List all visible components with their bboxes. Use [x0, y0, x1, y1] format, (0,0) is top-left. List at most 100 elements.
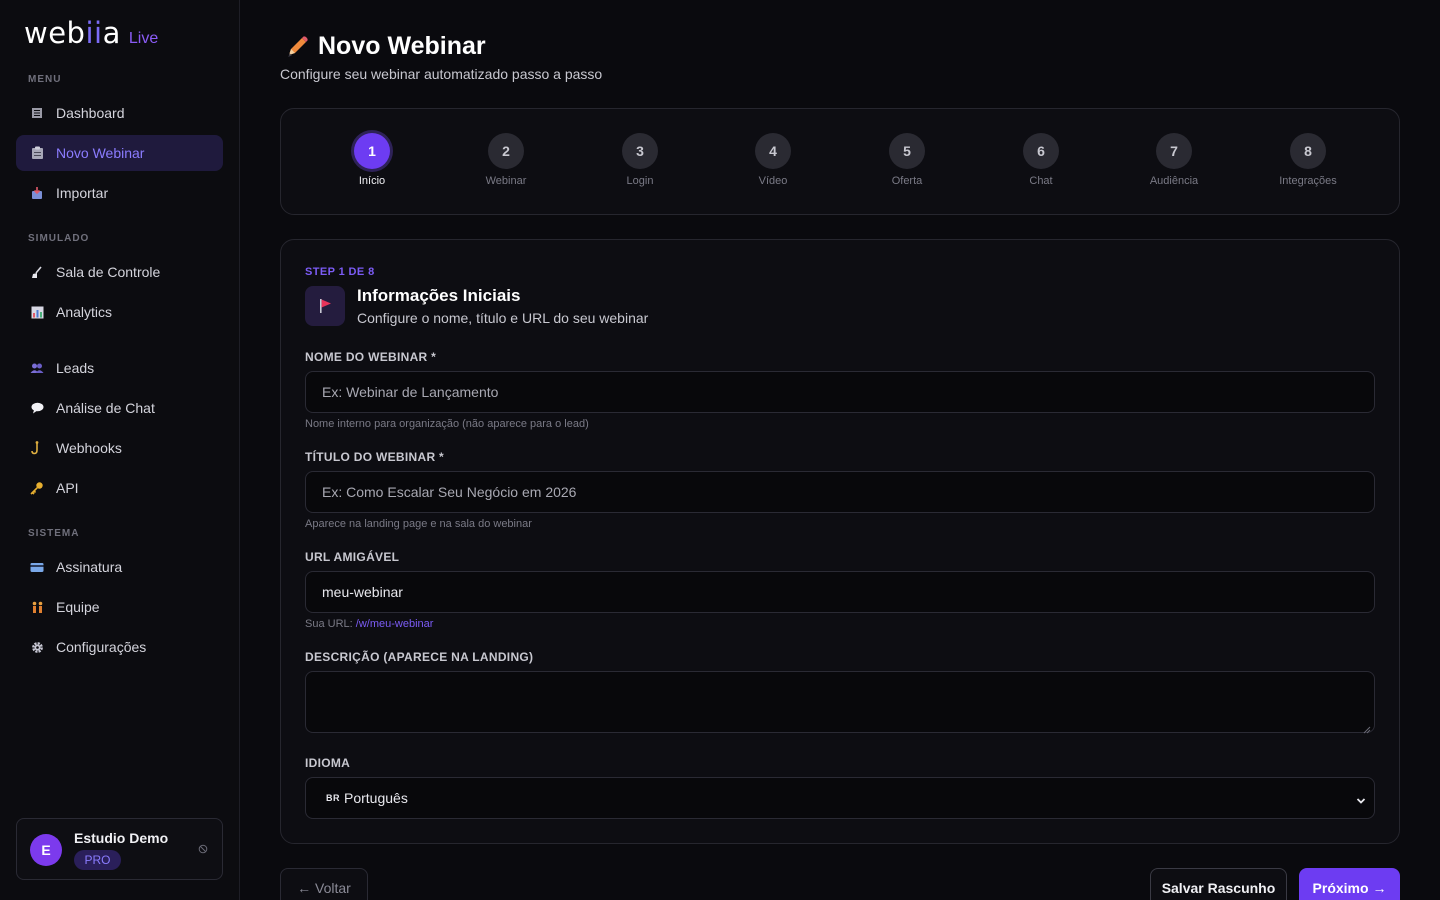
webinar-title-hint: Aparece na landing page e na sala do web…: [305, 518, 532, 530]
friendly-url-input[interactable]: meu-webinar: [305, 571, 1375, 613]
team-icon: [30, 600, 44, 614]
chevron-down-icon: [1356, 793, 1366, 804]
webinar-title-input[interactable]: Ex: Como Escalar Seu Negócio em 2026: [305, 471, 1375, 513]
key-icon: [30, 481, 44, 495]
pencil-icon: [284, 34, 310, 60]
sidebar-item-equipe[interactable]: Equipe: [16, 589, 223, 625]
step-chat[interactable]: 6 Chat: [991, 133, 1091, 187]
flag-icon: [305, 286, 345, 326]
step-number: 1: [354, 133, 390, 169]
webinar-title-label: TÍTULO DO WEBINAR *: [305, 450, 445, 464]
step-number: 6: [1023, 133, 1059, 169]
sidebar-item-label: Leads: [56, 360, 95, 376]
step-label: Integrações: [1279, 175, 1337, 187]
section-title: Informações Iniciais: [357, 286, 521, 305]
description-label: DESCRIÇÃO (APARECE NA LANDING): [305, 650, 534, 664]
page-subtitle: Configure seu webinar automatizado passo…: [280, 66, 603, 82]
input-placeholder: Ex: Webinar de Lançamento: [322, 384, 499, 400]
sidebar: webiia Live MENU Dashboard Novo Webinar …: [0, 0, 240, 900]
back-button[interactable]: ← Voltar: [280, 868, 368, 900]
credit-card-icon: [30, 560, 44, 574]
page-title: Novo Webinar: [318, 32, 486, 60]
step-counter: STEP 1 DE 8: [305, 266, 375, 278]
sidebar-item-label: API: [56, 480, 79, 496]
clipboard-icon: [30, 146, 44, 160]
broom-icon: [30, 265, 44, 279]
sidebar-item-label: Dashboard: [56, 105, 125, 121]
flag-br-icon: BR: [326, 793, 340, 803]
step-number: 8: [1290, 133, 1326, 169]
logo-text-suffix: a: [102, 16, 121, 50]
url-preview-link[interactable]: /w/meu-webinar: [356, 618, 434, 630]
sidebar-item-novo-webinar[interactable]: Novo Webinar: [16, 135, 223, 171]
next-button[interactable]: Próximo →: [1299, 868, 1400, 900]
select-value: Português: [344, 790, 408, 806]
section-label-simulado: SIMULADO: [28, 233, 90, 244]
step-integracoes[interactable]: 8 Integrações: [1258, 133, 1358, 187]
step-label: Login: [626, 175, 654, 187]
url-hint-prefix: Sua URL:: [305, 618, 353, 630]
section-description: Configure o nome, título e URL do seu we…: [357, 310, 649, 326]
language-label: IDIOMA: [305, 756, 351, 770]
resize-handle-icon[interactable]: [1363, 721, 1371, 734]
chat-bubble-icon: [30, 401, 44, 415]
stepper: 1 Início 2 Webinar 3 Login 4 Vídeo 5 Ofe…: [280, 108, 1400, 215]
step-label: Início: [358, 175, 386, 187]
sidebar-item-webhooks[interactable]: Webhooks: [16, 430, 223, 466]
step-number: 7: [1156, 133, 1192, 169]
sidebar-item-importar[interactable]: Importar: [16, 175, 223, 211]
gear-icon: [30, 640, 44, 654]
sidebar-item-configuracoes[interactable]: Configurações: [16, 629, 223, 665]
step-number: 5: [889, 133, 925, 169]
sidebar-item-sala-de-controle[interactable]: Sala de Controle: [16, 254, 223, 290]
description-textarea[interactable]: [305, 671, 1375, 734]
step-label: Oferta: [891, 175, 923, 187]
logo-text: web: [24, 16, 86, 50]
users-icon: [30, 361, 44, 375]
webinar-name-hint: Nome interno para organização (não apare…: [305, 418, 589, 430]
step-label: Webinar: [485, 175, 527, 187]
sidebar-item-label: Novo Webinar: [56, 145, 145, 161]
sidebar-item-label: Assinatura: [56, 559, 123, 575]
language-select[interactable]: BR Português: [305, 777, 1375, 819]
step-label: Audiência: [1149, 175, 1199, 187]
save-draft-button[interactable]: Salvar Rascunho: [1150, 868, 1287, 900]
sidebar-item-label: Webhooks: [56, 440, 122, 456]
sidebar-item-label: Configurações: [56, 639, 147, 655]
input-value: meu-webinar: [322, 584, 403, 600]
sidebar-item-dashboard[interactable]: Dashboard: [16, 95, 223, 131]
sidebar-item-assinatura[interactable]: Assinatura: [16, 549, 223, 585]
hook-icon: [30, 441, 44, 455]
logout-icon[interactable]: [198, 844, 210, 856]
sidebar-item-analise-de-chat[interactable]: Análise de Chat: [16, 390, 223, 426]
step-login[interactable]: 3 Login: [590, 133, 690, 187]
logo-accent: ii: [85, 16, 103, 50]
webinar-name-label: NOME DO WEBINAR *: [305, 350, 437, 364]
step-number: 4: [755, 133, 791, 169]
user-card[interactable]: E Estudio Demo PRO: [16, 818, 223, 880]
step-inicio[interactable]: 1 Início: [322, 133, 422, 187]
import-icon: [30, 186, 44, 200]
webinar-name-input[interactable]: Ex: Webinar de Lançamento: [305, 371, 1375, 413]
brand-logo[interactable]: webiia Live: [24, 16, 158, 52]
user-name: Estudio Demo: [74, 830, 169, 846]
avatar: E: [30, 834, 62, 866]
section-label-sistema: SISTEMA: [28, 528, 80, 539]
live-badge: Live: [128, 30, 159, 47]
input-placeholder: Ex: Como Escalar Seu Negócio em 2026: [322, 484, 577, 500]
sidebar-item-label: Equipe: [56, 599, 100, 615]
friendly-url-hint: Sua URL: /w/meu-webinar: [305, 618, 433, 630]
sidebar-item-label: Importar: [56, 185, 109, 201]
chart-icon: [30, 305, 44, 319]
sidebar-item-label: Análise de Chat: [56, 400, 155, 416]
step-oferta[interactable]: 5 Oferta: [857, 133, 957, 187]
sidebar-item-api[interactable]: API: [16, 470, 223, 506]
sidebar-item-analytics[interactable]: Analytics: [16, 294, 223, 330]
step-webinar[interactable]: 2 Webinar: [456, 133, 556, 187]
dashboard-icon: [30, 106, 44, 120]
step-video[interactable]: 4 Vídeo: [723, 133, 823, 187]
sidebar-item-leads[interactable]: Leads: [16, 350, 223, 386]
step-label: Chat: [1029, 175, 1053, 187]
sidebar-item-label: Analytics: [56, 304, 113, 320]
step-audiencia[interactable]: 7 Audiência: [1124, 133, 1224, 187]
